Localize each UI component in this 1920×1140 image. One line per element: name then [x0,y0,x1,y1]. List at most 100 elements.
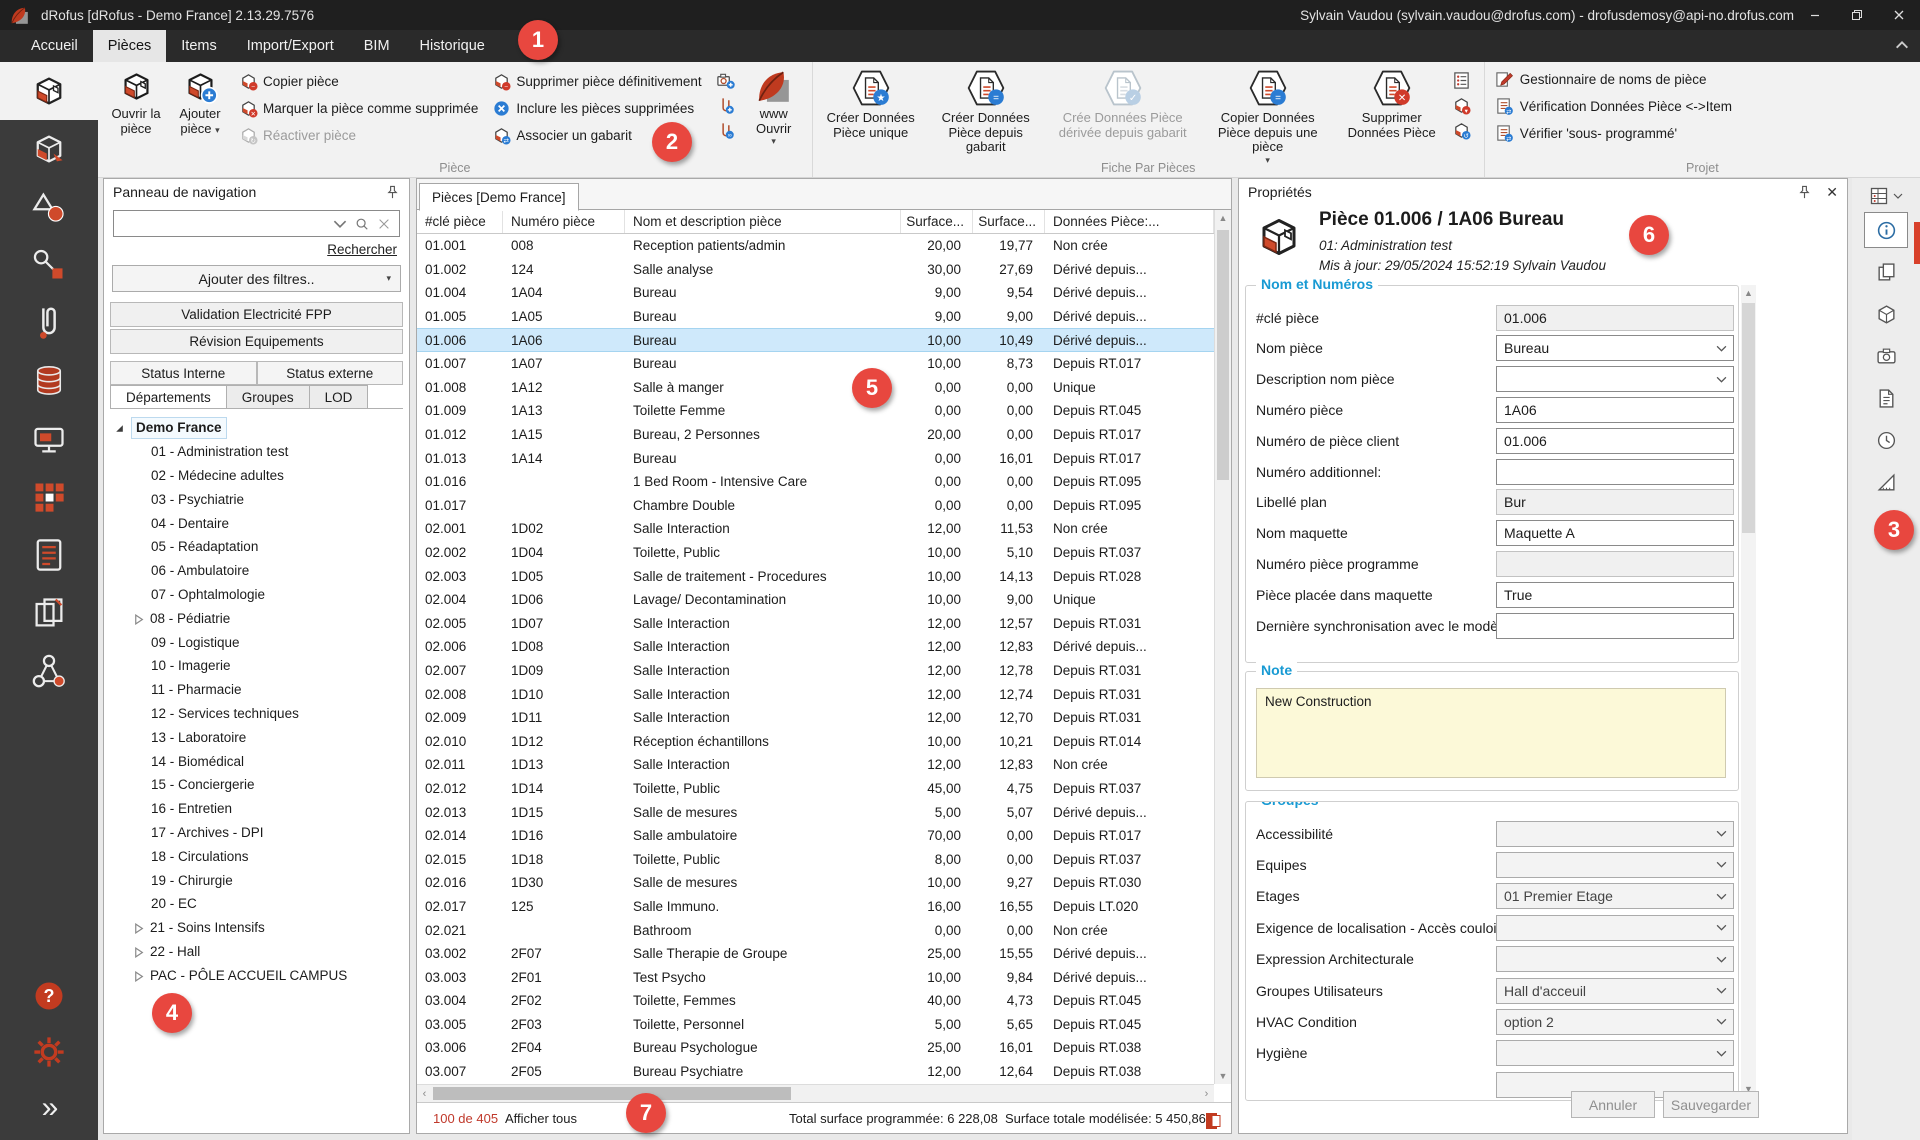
search-input[interactable] [114,211,333,236]
v-rification-donn-es-pi-ce-item-button[interactable]: ⇄Vérification Données Pièce <->Item [1495,95,1910,118]
sidebar-shapes-button[interactable] [0,178,98,236]
room-list-icon[interactable] [1452,71,1471,90]
menu-tab-items[interactable]: Items [166,30,231,62]
table-row[interactable]: 02.0101D12Réception échantillons10,0010,… [417,729,1214,753]
menu-tab-pi-ces[interactable]: Pièces [93,30,167,62]
table-row[interactable]: 02.0151D18Toilette, Public8,000,00Depuis… [417,847,1214,871]
sidebar-relations-button[interactable] [0,642,98,700]
chevron-down-icon[interactable] [1716,956,1727,963]
vertical-scrollbar[interactable]: ▲ ▼ [1214,210,1231,1084]
show-all-link[interactable]: Afficher tous [505,1111,577,1126]
open-web-button[interactable]: www Ouvrir ▾ [742,67,806,147]
sidebar-attachments-button[interactable] [0,294,98,352]
tab-status-interne[interactable]: Status Interne [110,361,257,385]
delete-permanently-button[interactable]: −Supprimer pièce définitivement [492,71,701,92]
include-deleted-button[interactable]: Inclure les pièces supprimées [492,98,701,119]
rooms-tab[interactable]: Pièces [Demo France] [419,183,579,211]
tree-root[interactable]: Demo France [104,416,409,440]
room-red-icon[interactable]: ▾ [1452,96,1471,115]
expression-architecturale-select[interactable] [1496,946,1734,972]
cr-er-donn-es-pi-ce-depuis-gabarit-button[interactable]: = Créer Données Pièce depuis gabarit [923,67,1049,155]
table-row[interactable]: 02.0021D04Toilette, Public10,005,10Depui… [417,541,1214,565]
camera-add-icon[interactable] [716,71,735,90]
etages-select[interactable]: 01 Premier Etage [1496,883,1734,909]
nom-pi-ce-input[interactable]: Bureau [1496,335,1734,361]
chevron-down-icon[interactable] [1716,987,1727,994]
table-row[interactable]: 01.0091A13Toilette Femme0,000,00Depuis R… [417,399,1214,423]
save-button[interactable]: Sauvegarder [1663,1091,1759,1118]
table-row[interactable]: 03.0022F07Salle Therapie de Groupe25,001… [417,942,1214,966]
table-row[interactable]: 01.0081A12Salle à manger0,000,00Unique [417,376,1214,400]
scroll-left-icon[interactable]: ‹ [417,1085,432,1102]
table-row[interactable]: 02.0111D13Salle Interaction12,0012,83Non… [417,753,1214,777]
cr-e-donn-es-pi-ce-d-riv-e-depuis-gabarit-button[interactable]: ✓ Crée Données Pièce dérivée depuis gaba… [1049,67,1197,140]
hvac-condition-select[interactable]: option 2 [1496,1009,1734,1035]
menu-tab-bim[interactable]: BIM [349,30,405,62]
table-row[interactable]: 01.0041A04Bureau9,009,54Dérivé depuis... [417,281,1214,305]
expand-icon[interactable] [133,922,144,933]
panel-files-button[interactable] [1864,380,1908,416]
table-row[interactable]: 01.0061A06Bureau10,0010,49Dérivé depuis.… [417,328,1214,352]
table-row[interactable]: 02.017125Salle Immuno.16,0016,55Depuis L… [417,895,1214,919]
exigence-de-localisation-acc-s-couloir-select[interactable] [1496,915,1734,941]
tree-item-19-chirurgie[interactable]: 19 - Chirurgie [104,868,409,892]
tree-item-22-hall[interactable]: 22 - Hall [104,940,409,964]
tree-item-07-ophtalmologie[interactable]: 07 - Ophtalmologie [104,583,409,607]
tab-status-externe[interactable]: Status externe [257,361,404,385]
column-header-0[interactable]: #clé pièce [417,210,503,233]
restore-button[interactable] [1836,0,1878,30]
table-row[interactable]: 01.0161 Bed Room - Intensive Care0,000,0… [417,470,1214,494]
attach-add-icon[interactable] [716,96,735,115]
sidebar-rooms-button[interactable] [0,62,98,120]
panel-history-clock-button[interactable] [1864,422,1908,458]
tree-item-16-entretien[interactable]: 16 - Entretien [104,797,409,821]
cl-pi-ce-input[interactable]: 01.006 [1496,305,1734,331]
clear-search-icon[interactable] [377,217,391,231]
chevron-down-icon[interactable] [1716,830,1727,837]
table-row[interactable]: 02.0031D05Salle de traitement - Procedur… [417,564,1214,588]
menu-tab-accueil[interactable]: Accueil [16,30,93,62]
chevron-down-icon[interactable] [1716,1018,1727,1025]
sidebar-departments-button[interactable] [0,468,98,526]
tree-item-12-services-techniques[interactable]: 12 - Services techniques [104,702,409,726]
close-button[interactable] [1878,0,1920,30]
horizontal-scrollbar[interactable]: ‹ › [417,1084,1214,1102]
panel-model-cube-button[interactable] [1864,296,1908,332]
tree-item-09-logistique[interactable]: 09 - Logistique [104,630,409,654]
pi-ce-plac-e-dans-maquette-input[interactable]: True [1496,582,1734,608]
table-row[interactable]: 01.0121A15Bureau, 2 Personnes20,000,00De… [417,423,1214,447]
sidebar-specs-button[interactable] [0,526,98,584]
reactivate-room-button[interactable]: ↻Réactiver pièce [239,125,478,146]
horizontal-scroll-thumb[interactable] [433,1087,791,1100]
equipes-select[interactable] [1496,852,1734,878]
add-room-button[interactable]: Ajouter pièce ▾ [168,67,232,136]
search-link[interactable]: Rechercher [116,242,397,257]
table-row[interactable]: 02.0071D09Salle Interaction12,0012,78Dep… [417,659,1214,683]
table-row[interactable]: 02.0091D11Salle Interaction12,0012,70Dep… [417,706,1214,730]
attach-link-icon[interactable]: ∞ [716,121,735,140]
tree-item-pac-p-le-accueil-campus[interactable]: PAC - PÔLE ACCUEIL CAMPUS [104,963,409,987]
tab-d-partements[interactable]: Départements [110,385,227,408]
tree-item-08-p-diatrie[interactable]: 08 - Pédiatrie [104,606,409,630]
sidebar-connections-button[interactable] [0,236,98,294]
chevron-down-icon[interactable] [1716,924,1727,931]
accessibilit-select[interactable] [1496,821,1734,847]
column-header-2[interactable]: Nom et description pièce [625,210,901,233]
table-row[interactable]: 03.0062F04Bureau Psychologue25,0016,01De… [417,1036,1214,1060]
mark-deleted-button[interactable]: ✕Marquer la pièce comme supprimée [239,98,478,119]
table-row[interactable]: 01.002124Salle analyse30,0027,69Dérivé d… [417,258,1214,282]
description-nom-pi-ce-input[interactable] [1496,366,1734,392]
chevron-down-icon[interactable] [1716,345,1727,352]
chevron-down-icon[interactable] [1716,1050,1727,1057]
search-icon[interactable] [355,217,369,231]
column-header-3[interactable]: Surface... [901,210,973,233]
panel-camera-button[interactable] [1864,338,1908,374]
vertical-scroll-thumb[interactable] [1217,230,1229,480]
table-row[interactable]: 02.021Bathroom0,000,00Non crée [417,918,1214,942]
sidebar-expand-button[interactable]: » [0,1080,98,1136]
sidebar-documents-button[interactable] [0,584,98,642]
panel-scrollbar[interactable]: ▲ ▼ [1741,285,1756,1097]
table-row[interactable]: 03.0042F02Toilette, Femmes40,004,73Depui… [417,989,1214,1013]
chevron-down-icon[interactable] [1716,376,1727,383]
table-row[interactable]: 02.0161D30Salle de mesures10,009,27Depui… [417,871,1214,895]
